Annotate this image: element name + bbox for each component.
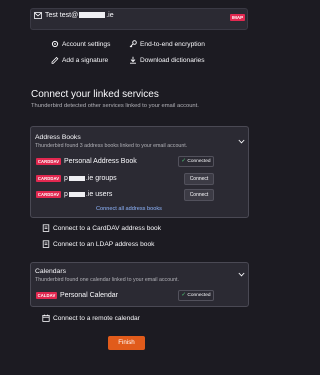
connect-button[interactable]: Connect — [184, 189, 214, 201]
key-icon — [129, 40, 137, 48]
end-to-end-encryption-link[interactable]: End-to-end encryption — [140, 41, 205, 48]
add-signature-link[interactable]: Add a signature — [62, 57, 108, 64]
imap-badge: IMAP — [230, 14, 245, 21]
signature-icon — [51, 56, 59, 64]
address-books-subtitle: Thunderbird found 3 address books linked… — [35, 143, 188, 149]
account-identity: Test test@ .ie — [45, 12, 114, 19]
chevron-down-icon[interactable] — [238, 139, 245, 144]
address-book-label: p .ie users — [64, 191, 113, 198]
download-dictionaries-link[interactable]: Download dictionaries — [140, 57, 205, 64]
connect-carddav-link[interactable]: Connect to a CardDAV address book — [53, 225, 161, 232]
calendar-icon — [42, 314, 50, 322]
carddav-badge: CARDDAV — [36, 191, 61, 198]
calendars-subtitle: Thunderbird found one calendar linked to… — [35, 277, 179, 283]
account-name: Test — [45, 12, 58, 19]
download-icon — [130, 56, 136, 64]
carddav-badge: CARDDAV — [36, 175, 61, 182]
address-book-icon — [42, 240, 50, 248]
linked-services-title: Connect your linked services — [31, 89, 159, 100]
check-icon: ✓ — [181, 158, 187, 164]
connected-status: ✓ Connected — [178, 290, 214, 301]
linked-services-subtitle: Thunderbird detected other services link… — [31, 103, 199, 109]
chevron-down-icon[interactable] — [238, 272, 245, 277]
redacted-block — [68, 191, 85, 197]
account-settings-link[interactable]: Account settings — [62, 41, 110, 48]
check-icon: ✓ — [181, 292, 187, 298]
connected-status: ✓ Connected — [178, 156, 214, 167]
address-books-title: Address Books — [35, 134, 81, 141]
account-email: test@ .ie — [59, 12, 114, 19]
calendar-label: Personal Calendar — [60, 292, 118, 299]
redacted-block — [68, 175, 85, 181]
connect-all-address-books-link[interactable]: Connect all address books — [96, 206, 162, 212]
address-book-label: Personal Address Book — [64, 158, 137, 165]
carddav-badge: CARDDAV — [36, 158, 61, 165]
mail-icon — [34, 12, 42, 19]
connect-ldap-link[interactable]: Connect to an LDAP address book — [53, 241, 154, 248]
calendars-title: Calendars — [35, 268, 66, 275]
finish-button[interactable]: Finish — [108, 336, 145, 350]
address-book-icon — [42, 224, 50, 232]
caldav-badge: CALDAV — [36, 292, 57, 299]
gear-icon — [51, 40, 59, 48]
address-book-label: p .ie groups — [64, 175, 117, 182]
connect-remote-calendar-link[interactable]: Connect to a remote calendar — [53, 315, 140, 322]
redacted-block — [79, 12, 106, 19]
connect-button[interactable]: Connect — [184, 173, 214, 185]
